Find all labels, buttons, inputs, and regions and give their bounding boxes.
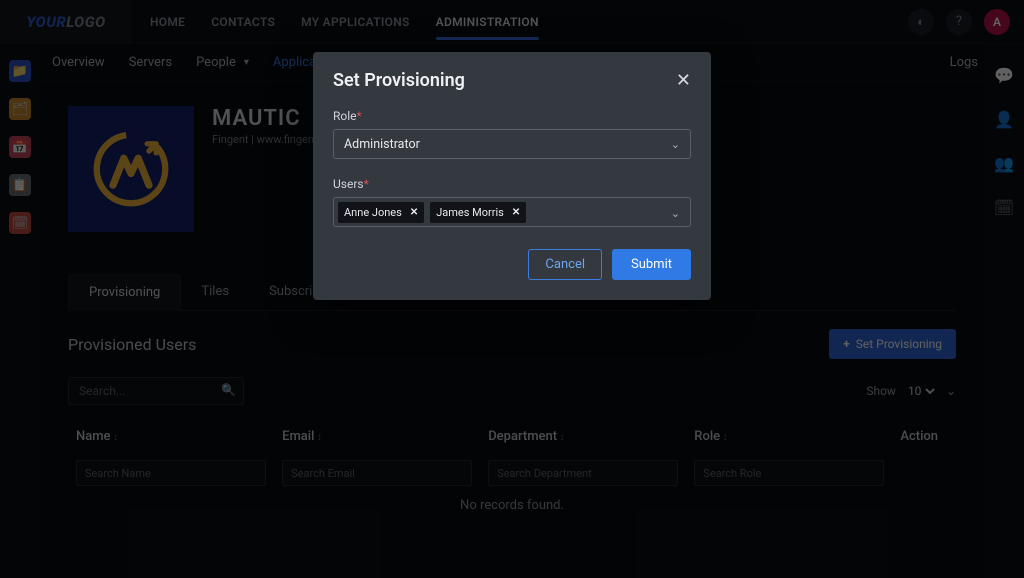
cancel-button[interactable]: Cancel (528, 249, 602, 280)
required-indicator: * (357, 109, 362, 123)
modal-close-button[interactable]: ✕ (676, 72, 691, 90)
modal-title: Set Provisioning (333, 70, 465, 91)
users-label-text: Users (333, 177, 364, 191)
submit-button[interactable]: Submit (612, 249, 691, 280)
chip-remove-button[interactable]: ✕ (410, 207, 418, 218)
users-multiselect[interactable]: Anne Jones ✕ James Morris ✕ ⌄ (333, 197, 691, 227)
role-label: Role* (333, 109, 691, 123)
modal-overlay: Set Provisioning ✕ Role* Administrator ⌄… (0, 0, 1024, 578)
users-label: Users* (333, 177, 691, 191)
modal-header: Set Provisioning ✕ (333, 70, 691, 91)
role-value: Administrator (344, 137, 420, 152)
role-select[interactable]: Administrator ⌄ (333, 129, 691, 159)
chip-remove-button[interactable]: ✕ (512, 207, 520, 218)
user-chip: Anne Jones ✕ (338, 202, 424, 223)
chevron-down-icon: ⌄ (671, 207, 680, 220)
chip-label: Anne Jones (344, 206, 402, 219)
chip-label: James Morris (436, 206, 504, 219)
role-label-text: Role (333, 109, 357, 123)
user-chip: James Morris ✕ (430, 202, 526, 223)
chevron-down-icon: ⌄ (671, 138, 680, 151)
required-indicator: * (364, 177, 369, 191)
set-provisioning-modal: Set Provisioning ✕ Role* Administrator ⌄… (313, 52, 711, 300)
modal-actions: Cancel Submit (333, 249, 691, 280)
